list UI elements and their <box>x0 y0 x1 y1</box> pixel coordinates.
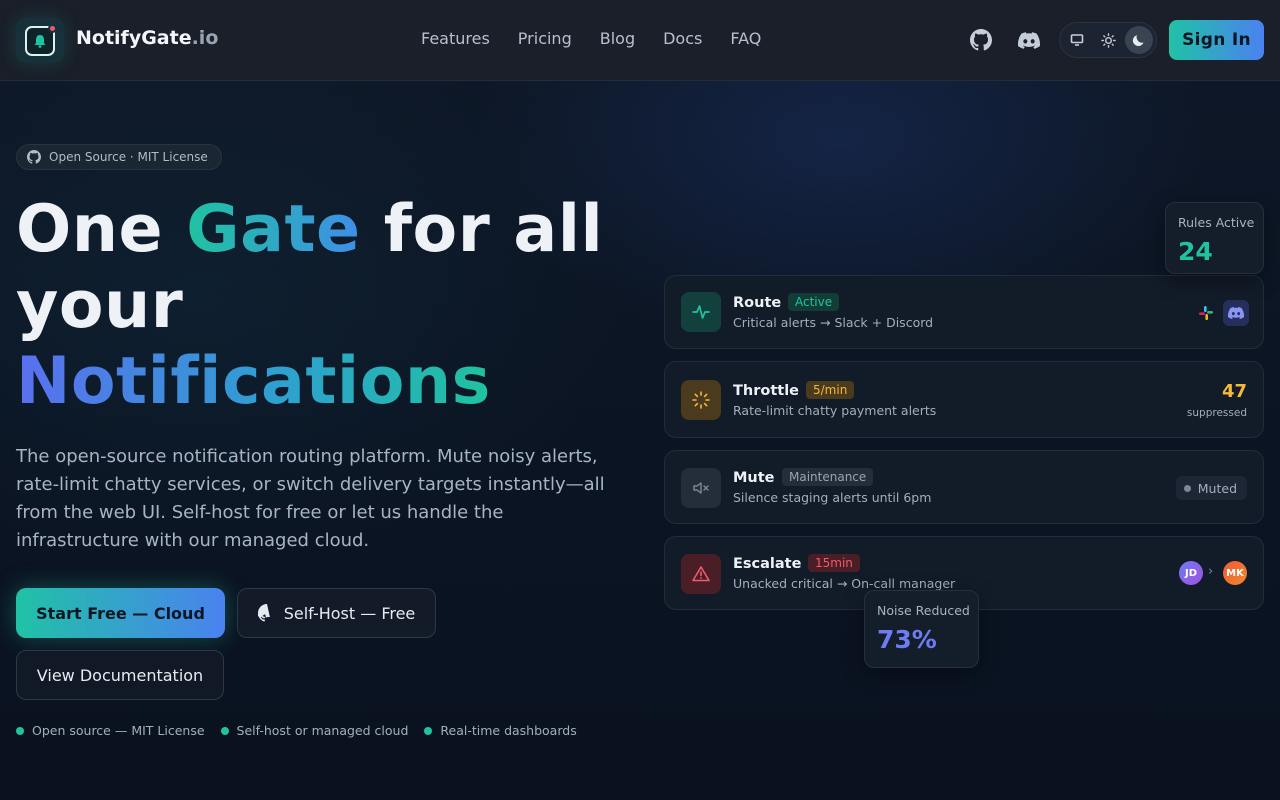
rules-active-card: Rules Active 24 <box>1165 202 1264 274</box>
rules-active-label: Rules Active <box>1178 215 1255 230</box>
nav-link-faq[interactable]: FAQ <box>730 29 761 48</box>
nav-link-blog[interactable]: Blog <box>600 29 635 48</box>
open-source-badge: Open Source · MIT License <box>16 144 222 170</box>
discord-icon[interactable] <box>1016 27 1042 53</box>
github-icon[interactable] <box>968 27 994 53</box>
bullet-dot <box>16 726 24 735</box>
rule-desc: Rate-limit chatty payment alerts <box>733 403 937 418</box>
start-free-cloud-button[interactable]: Start Free — Cloud <box>16 588 225 638</box>
rule-tag: Maintenance <box>782 468 874 486</box>
sign-in-button[interactable]: Sign In <box>1169 20 1264 60</box>
top-navbar: NotifyGate.io Features Pricing Blog Docs… <box>0 0 1280 81</box>
alert-triangle-icon <box>681 554 721 594</box>
rules-active-value: 24 <box>1178 237 1213 266</box>
theme-toggle <box>1059 22 1157 58</box>
volume-mute-icon <box>681 468 721 508</box>
github-icon <box>27 150 41 164</box>
muted-status-badge: Muted <box>1175 476 1247 500</box>
loader-icon <box>681 380 721 420</box>
rule-card-route[interactable]: Route Active Critical alerts → Slack + D… <box>664 275 1264 349</box>
hero-headline: One Gate for all your Notifications <box>16 192 604 419</box>
nav-link-docs[interactable]: Docs <box>663 29 702 48</box>
monitor-icon[interactable] <box>1063 26 1091 54</box>
bullet-item: Real-time dashboards <box>424 723 577 738</box>
chevron-right-icon: › <box>1208 564 1214 579</box>
bullet-item: Self-host or managed cloud <box>220 723 408 738</box>
rule-title: Escalate <box>733 556 802 572</box>
rule-tag: 5/min <box>806 381 855 399</box>
bell-logo-icon <box>25 23 57 56</box>
rule-desc: Critical alerts → Slack + Discord <box>733 315 934 330</box>
rule-card-throttle[interactable]: Throttle 5/min Rate-limit chatty payment… <box>664 361 1264 438</box>
logo[interactable] <box>16 18 64 63</box>
github-icon <box>257 604 270 622</box>
rule-title: Throttle <box>733 383 799 399</box>
status-dot <box>1183 484 1191 492</box>
slack-icon <box>1195 302 1217 324</box>
rule-tag: 15min <box>808 554 860 572</box>
badge-label: Open Source · MIT License <box>49 150 208 164</box>
rule-title: Mute <box>733 470 775 486</box>
bullet-dot <box>424 726 433 735</box>
notification-dot <box>48 23 57 33</box>
bullet-dot <box>220 726 229 735</box>
noise-reduced-card: Noise Reduced 73% <box>864 590 979 668</box>
nav-links: Features Pricing Blog Docs FAQ <box>421 29 761 48</box>
rule-tag: Active <box>788 293 840 311</box>
rule-desc: Unacked critical → On-call manager <box>733 576 956 591</box>
brand-name[interactable]: NotifyGate.io <box>76 27 218 49</box>
view-documentation-button[interactable]: View Documentation <box>16 650 224 700</box>
bullet-item: Open source — MIT License <box>16 723 205 738</box>
suppressed-label: suppressed <box>1186 407 1247 419</box>
avatar: MK <box>1223 561 1247 585</box>
rule-desc: Silence staging alerts until 6pm <box>733 490 932 505</box>
nav-link-pricing[interactable]: Pricing <box>518 29 572 48</box>
discord-icon <box>1223 300 1249 326</box>
suppressed-count: 47 <box>1221 381 1247 402</box>
activity-icon <box>681 292 721 332</box>
nav-link-features[interactable]: Features <box>421 29 490 48</box>
feature-bullets: Open source — MIT License Self-host or m… <box>16 723 577 738</box>
avatar: JD <box>1179 561 1203 585</box>
hero-subtitle: The open-source notification routing pla… <box>16 446 605 551</box>
rule-title: Route <box>733 295 782 311</box>
moon-icon[interactable] <box>1125 26 1153 54</box>
noise-reduced-label: Noise Reduced <box>877 603 970 618</box>
rule-card-mute[interactable]: Mute Maintenance Silence staging alerts … <box>664 450 1264 524</box>
self-host-button[interactable]: Self-Host — Free <box>237 588 436 638</box>
sun-icon[interactable] <box>1094 26 1122 54</box>
noise-reduced-value: 73% <box>877 625 937 654</box>
